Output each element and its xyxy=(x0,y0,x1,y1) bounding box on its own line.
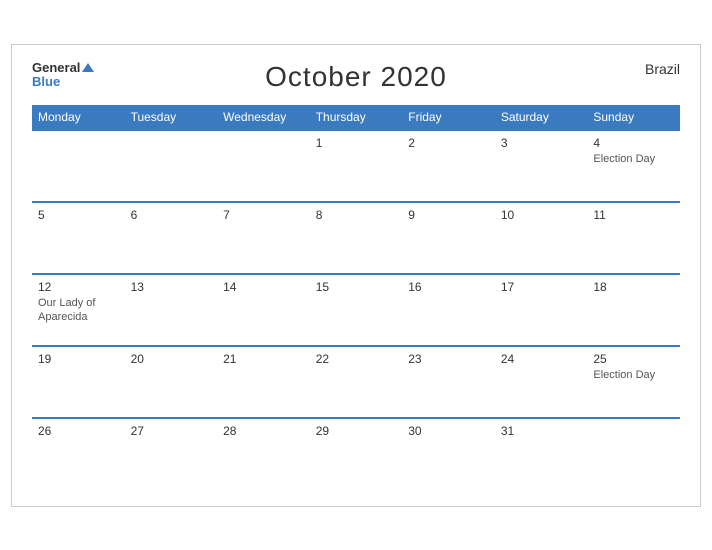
day-number: 25 xyxy=(593,352,674,366)
weekday-header-friday: Friday xyxy=(402,105,495,130)
day-number: 4 xyxy=(593,136,674,150)
calendar-cell: 18 xyxy=(587,274,680,346)
day-number: 10 xyxy=(501,208,582,222)
calendar-cell: 25 Election Day xyxy=(587,346,680,418)
day-number: 26 xyxy=(38,424,119,438)
calendar-cell: 3 xyxy=(495,130,588,202)
event-text: Election Day xyxy=(593,152,674,166)
day-number: 15 xyxy=(316,280,397,294)
calendar-cell xyxy=(32,130,125,202)
day-number: 21 xyxy=(223,352,304,366)
calendar-cell: 10 xyxy=(495,202,588,274)
brand-logo: General Blue xyxy=(32,61,94,90)
brand-triangle xyxy=(82,63,94,72)
brand-blue: Blue xyxy=(32,75,94,89)
calendar-cell: 2 xyxy=(402,130,495,202)
calendar-cell: 29 xyxy=(310,418,403,490)
weekday-header-saturday: Saturday xyxy=(495,105,588,130)
day-number: 19 xyxy=(38,352,119,366)
day-number: 13 xyxy=(131,280,212,294)
calendar-cell: 12 Our Lady of Aparecida xyxy=(32,274,125,346)
calendar-week-row: 12 Our Lady of Aparecida 13 14 15 16 17 18 xyxy=(32,274,680,346)
brand-general: General xyxy=(32,61,94,75)
day-number: 8 xyxy=(316,208,397,222)
day-number: 29 xyxy=(316,424,397,438)
day-number: 28 xyxy=(223,424,304,438)
weekday-header-monday: Monday xyxy=(32,105,125,130)
calendar-week-row: 56789 10 11 xyxy=(32,202,680,274)
weekday-header-sunday: Sunday xyxy=(587,105,680,130)
calendar-cell: 30 xyxy=(402,418,495,490)
day-number: 3 xyxy=(501,136,582,150)
calendar-cell: 7 xyxy=(217,202,310,274)
day-number: 11 xyxy=(593,208,674,222)
calendar-week-row: 1234 Election Day xyxy=(32,130,680,202)
calendar-cell: 5 xyxy=(32,202,125,274)
calendar-cell: 14 xyxy=(217,274,310,346)
day-number: 17 xyxy=(501,280,582,294)
calendar-wrapper: General Blue October 2020 Brazil MondayT… xyxy=(11,44,701,507)
day-number: 30 xyxy=(408,424,489,438)
day-number: 2 xyxy=(408,136,489,150)
weekday-header-tuesday: Tuesday xyxy=(125,105,218,130)
calendar-cell: 21 xyxy=(217,346,310,418)
calendar-week-row: 19 20 21 22 23 24 25 Election Day xyxy=(32,346,680,418)
calendar-cell: 23 xyxy=(402,346,495,418)
day-number: 18 xyxy=(593,280,674,294)
calendar-cell: 8 xyxy=(310,202,403,274)
day-number: 31 xyxy=(501,424,582,438)
day-number: 14 xyxy=(223,280,304,294)
day-number: 7 xyxy=(223,208,304,222)
weekday-header-wednesday: Wednesday xyxy=(217,105,310,130)
day-number: 6 xyxy=(131,208,212,222)
calendar-header: General Blue October 2020 Brazil xyxy=(32,61,680,93)
day-number: 23 xyxy=(408,352,489,366)
day-number: 12 xyxy=(38,280,119,294)
day-number: 9 xyxy=(408,208,489,222)
calendar-cell: 19 xyxy=(32,346,125,418)
calendar-cell: 1 xyxy=(310,130,403,202)
day-number: 27 xyxy=(131,424,212,438)
day-number: 24 xyxy=(501,352,582,366)
day-number: 1 xyxy=(316,136,397,150)
day-number: 22 xyxy=(316,352,397,366)
weekday-header-thursday: Thursday xyxy=(310,105,403,130)
weekday-header-row: MondayTuesdayWednesdayThursdayFridaySatu… xyxy=(32,105,680,130)
event-text: Election Day xyxy=(593,368,674,382)
calendar-cell: 11 xyxy=(587,202,680,274)
calendar-cell: 16 xyxy=(402,274,495,346)
calendar-cell: 27 xyxy=(125,418,218,490)
calendar-cell: 20 xyxy=(125,346,218,418)
calendar-cell: 6 xyxy=(125,202,218,274)
calendar-cell: 24 xyxy=(495,346,588,418)
calendar-cell xyxy=(217,130,310,202)
calendar-cell: 28 xyxy=(217,418,310,490)
day-number: 20 xyxy=(131,352,212,366)
calendar-grid: MondayTuesdayWednesdayThursdayFridaySatu… xyxy=(32,105,680,490)
day-number: 5 xyxy=(38,208,119,222)
calendar-cell: 17 xyxy=(495,274,588,346)
calendar-week-row: 26 27 28 29 30 31 xyxy=(32,418,680,490)
calendar-cell: 26 xyxy=(32,418,125,490)
event-text: Our Lady of Aparecida xyxy=(38,296,119,325)
calendar-cell: 9 xyxy=(402,202,495,274)
calendar-cell: 15 xyxy=(310,274,403,346)
calendar-cell: 4 Election Day xyxy=(587,130,680,202)
calendar-cell xyxy=(587,418,680,490)
calendar-cell: 22 xyxy=(310,346,403,418)
calendar-cell xyxy=(125,130,218,202)
calendar-cell: 13 xyxy=(125,274,218,346)
country-label: Brazil xyxy=(645,61,680,77)
calendar-cell: 31 xyxy=(495,418,588,490)
calendar-title: October 2020 xyxy=(265,61,447,93)
day-number: 16 xyxy=(408,280,489,294)
